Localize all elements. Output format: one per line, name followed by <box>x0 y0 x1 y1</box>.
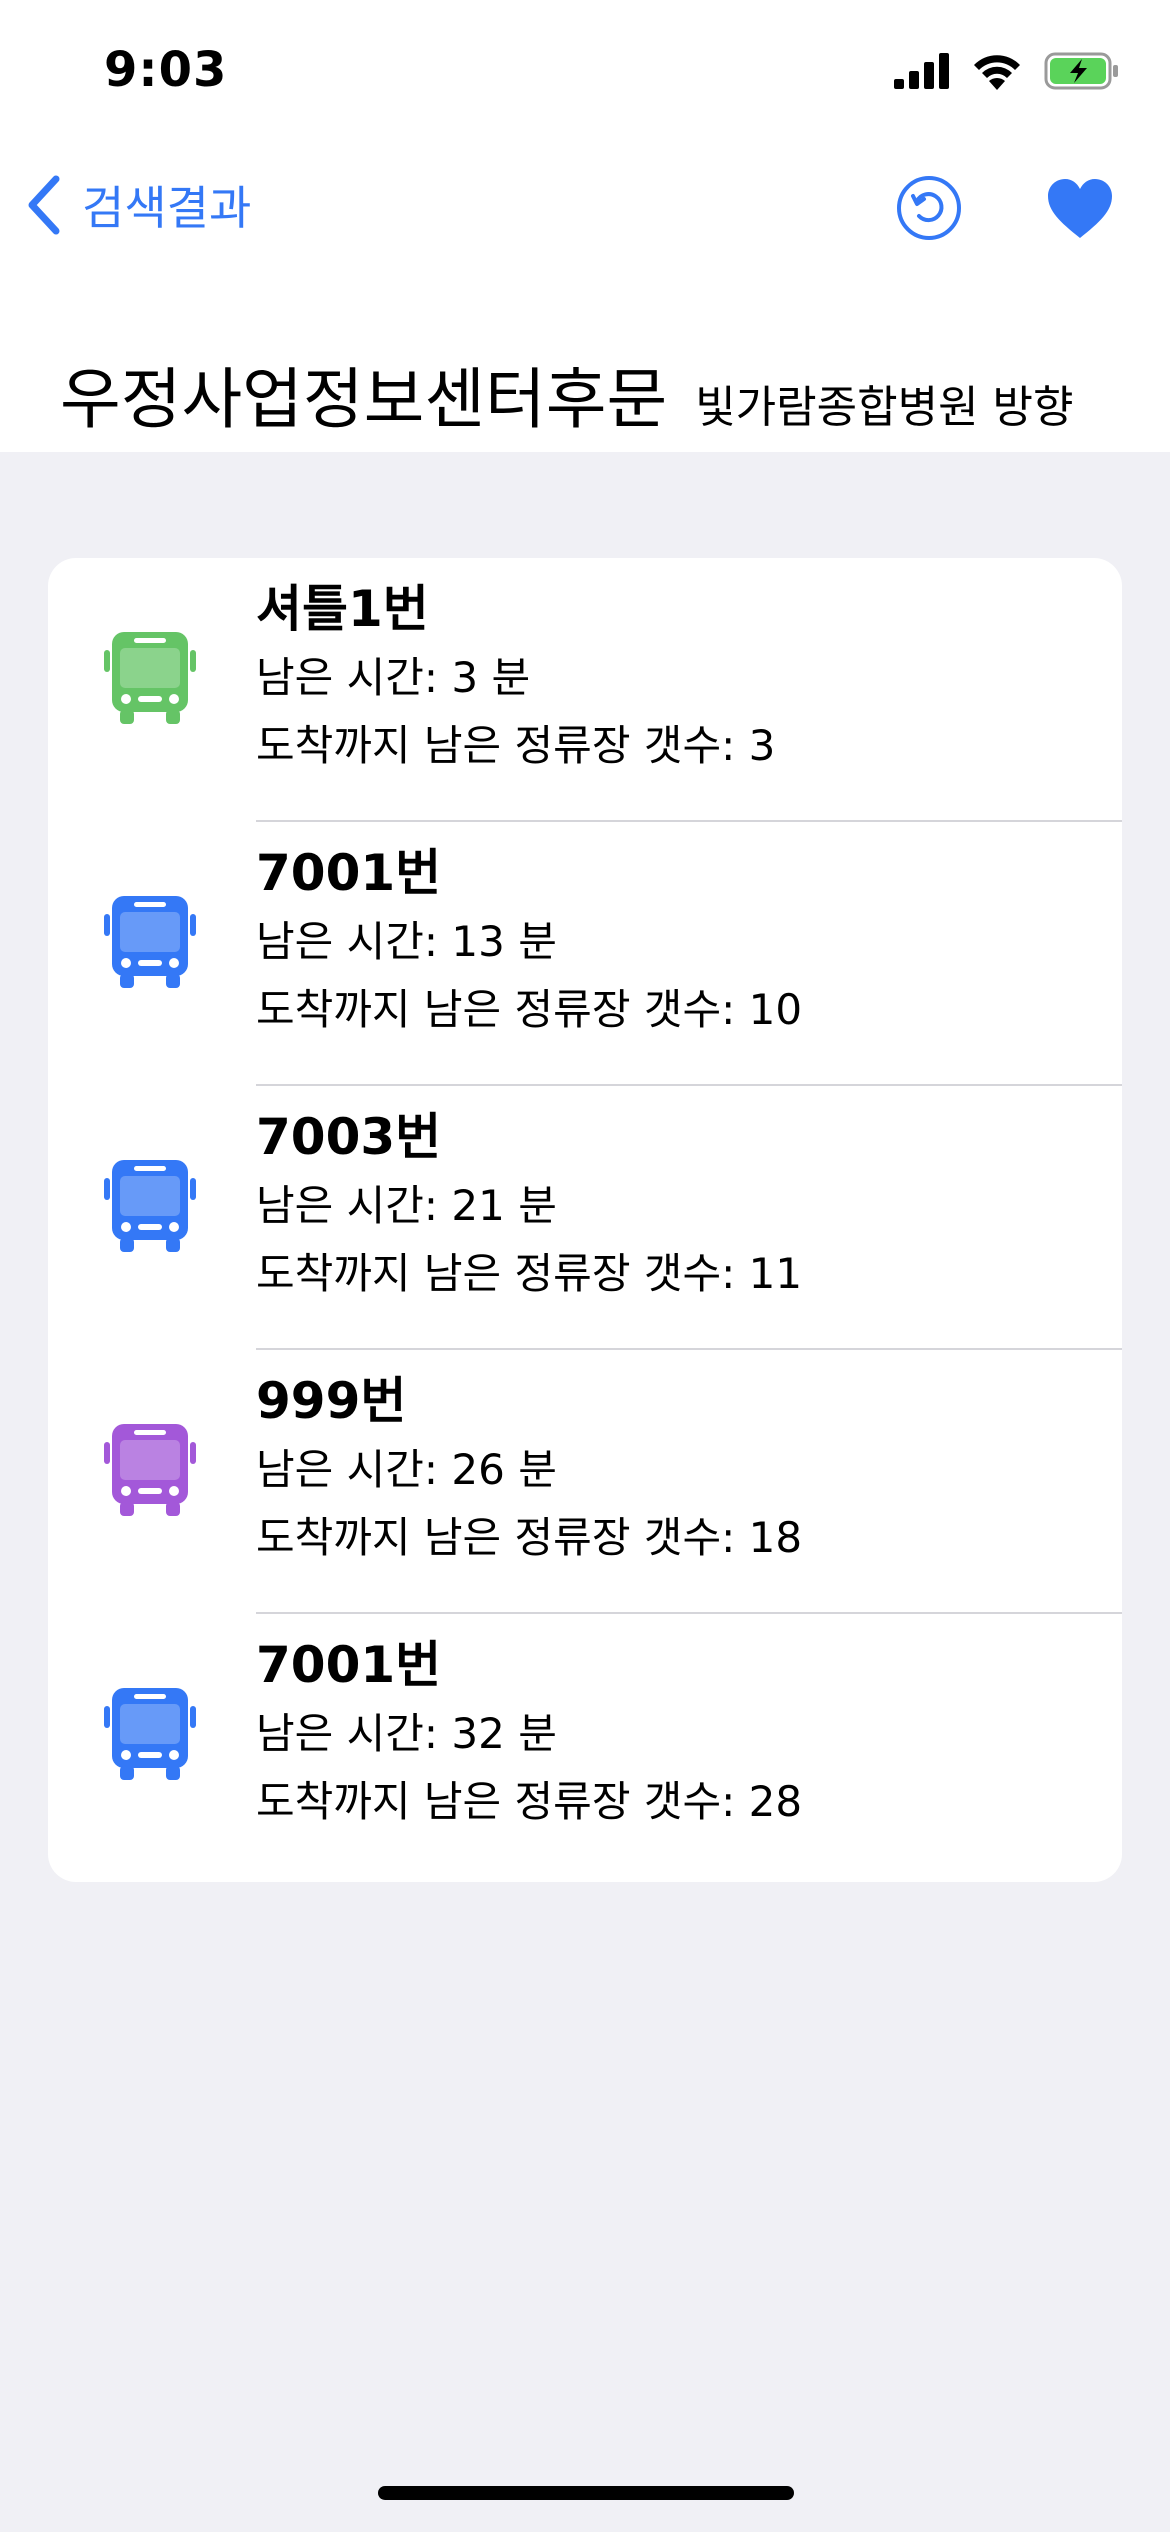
route-name: 7003번 <box>256 1108 442 1166</box>
bus-text: 7001번 남은 시간: 32 분 도착까지 남은 정류장 갯수: 28 <box>256 1634 802 1836</box>
bus-icon <box>104 1424 196 1516</box>
refresh-button[interactable] <box>895 174 963 242</box>
cellular-signal-icon <box>894 53 949 89</box>
bus-icon <box>104 632 196 724</box>
back-button[interactable]: 검색결과 <box>24 172 251 238</box>
favorite-button[interactable] <box>1046 178 1114 240</box>
time-left: 남은 시간: 21 분 <box>256 1181 557 1230</box>
time-left: 남은 시간: 13 분 <box>256 917 557 966</box>
bus-arrival-list: 셔틀1번 남은 시간: 3 분 도착까지 남은 정류장 갯수: 3 7001번 … <box>48 558 1122 1882</box>
nav-bar: 검색결과 <box>0 160 1170 250</box>
route-name: 7001번 <box>256 1636 442 1694</box>
stop-header: 우정사업정보센터후문 빛가람종합병원 방향 <box>60 346 1074 442</box>
stops-left: 도착까지 남은 정류장 갯수: 3 <box>256 721 776 770</box>
heart-icon <box>1048 179 1112 238</box>
stop-name: 우정사업정보센터후문 <box>60 361 668 438</box>
bus-row[interactable]: 셔틀1번 남은 시간: 3 분 도착까지 남은 정류장 갯수: 3 <box>48 558 1122 822</box>
bus-row[interactable]: 999번 남은 시간: 26 분 도착까지 남은 정류장 갯수: 18 <box>48 1350 1122 1614</box>
bus-text: 7001번 남은 시간: 13 분 도착까지 남은 정류장 갯수: 10 <box>256 842 802 1044</box>
status-time: 9:03 <box>104 42 228 98</box>
bus-text: 7003번 남은 시간: 21 분 도착까지 남은 정류장 갯수: 11 <box>256 1106 802 1308</box>
bus-text: 셔틀1번 남은 시간: 3 분 도착까지 남은 정류장 갯수: 3 <box>256 578 775 780</box>
direction-label: 빛가람종합병원 방향 <box>695 382 1074 433</box>
home-indicator <box>378 2486 794 2500</box>
bus-icon <box>104 1160 196 1252</box>
stops-left: 도착까지 남은 정류장 갯수: 18 <box>256 1513 803 1562</box>
stops-left: 도착까지 남은 정류장 갯수: 28 <box>256 1777 803 1826</box>
bus-row[interactable]: 7001번 남은 시간: 32 분 도착까지 남은 정류장 갯수: 28 <box>48 1614 1122 1878</box>
status-icons <box>894 52 1120 90</box>
bus-icon <box>104 896 196 988</box>
bus-row[interactable]: 7001번 남은 시간: 13 분 도착까지 남은 정류장 갯수: 10 <box>48 822 1122 1086</box>
time-left: 남은 시간: 26 분 <box>256 1445 557 1494</box>
bus-text: 999번 남은 시간: 26 분 도착까지 남은 정류장 갯수: 18 <box>256 1370 802 1572</box>
time-left: 남은 시간: 32 분 <box>256 1709 557 1758</box>
refresh-icon <box>897 176 961 240</box>
status-bar: 9:03 <box>0 0 1170 150</box>
bus-row[interactable]: 7003번 남은 시간: 21 분 도착까지 남은 정류장 갯수: 11 <box>48 1086 1122 1350</box>
wifi-icon <box>974 55 1020 90</box>
route-name: 셔틀1번 <box>256 580 429 638</box>
time-left: 남은 시간: 3 분 <box>256 653 531 702</box>
route-name: 7001번 <box>256 844 442 902</box>
route-name: 999번 <box>256 1372 407 1430</box>
bus-icon <box>104 1688 196 1780</box>
stops-left: 도착까지 남은 정류장 갯수: 10 <box>256 985 803 1034</box>
chevron-left-icon <box>28 175 60 235</box>
stops-left: 도착까지 남은 정류장 갯수: 11 <box>256 1249 803 1298</box>
back-label: 검색결과 <box>82 181 252 235</box>
battery-charging-icon <box>1044 52 1118 90</box>
